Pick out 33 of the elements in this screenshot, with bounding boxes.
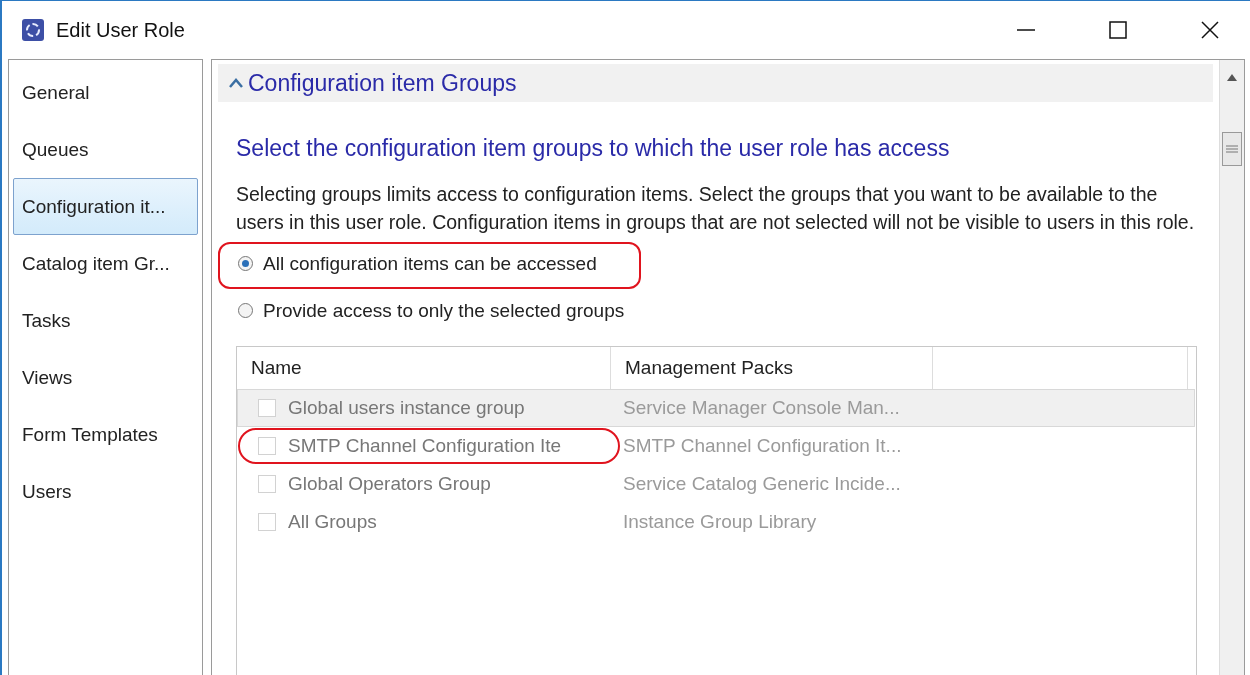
radio-label[interactable]: All configuration items can be accessed bbox=[263, 252, 597, 275]
section-header[interactable]: Configuration item Groups bbox=[218, 64, 1213, 102]
sidebar-item[interactable]: Views bbox=[13, 349, 198, 406]
maximize-icon bbox=[1109, 21, 1127, 39]
radio-button[interactable] bbox=[238, 303, 253, 318]
sidebar-item[interactable]: General bbox=[13, 64, 198, 121]
radio-button[interactable] bbox=[238, 256, 253, 271]
table-cell: Global users instance group bbox=[288, 397, 525, 419]
sidebar-item[interactable]: Tasks bbox=[13, 292, 198, 349]
minimize-icon bbox=[1017, 29, 1035, 31]
scroll-thumb[interactable] bbox=[1222, 132, 1242, 166]
app-icon bbox=[22, 19, 44, 41]
sidebar-item[interactable]: Users bbox=[13, 463, 198, 520]
close-icon bbox=[1201, 21, 1219, 39]
section-title: Configuration item Groups bbox=[248, 69, 517, 97]
radio-label[interactable]: Provide access to only the selected groups bbox=[263, 299, 625, 322]
table-cell: Global Operators Group bbox=[288, 473, 491, 495]
table-cell: All Groups bbox=[288, 511, 377, 533]
table-cell-text: Service Manager Console Man... bbox=[622, 397, 901, 419]
sidebar-item[interactable]: Configuration it... bbox=[13, 178, 198, 235]
table-cell-text: Instance Group Library bbox=[622, 511, 818, 533]
chevron-icon bbox=[228, 77, 244, 89]
table-cell-text: Service Catalog Generic Incide... bbox=[622, 473, 902, 495]
window-title: Edit User Role bbox=[56, 18, 186, 42]
table-cell: SMTP Channel Configuration Ite bbox=[288, 435, 562, 457]
section-heading: Select the configuration item groups to which the user role has access bbox=[236, 135, 951, 162]
scroll-up-icon bbox=[1226, 72, 1238, 82]
description-text: Selecting groups limits access to configuration items. Select the groups that you want to be available to the users in this user role. Configuration items in groups that are not selected will not be visible to users in this role. bbox=[236, 182, 1196, 235]
sidebar-item[interactable]: Catalog item Gr... bbox=[13, 235, 198, 292]
sidebar-item[interactable]: Form Templates bbox=[13, 406, 198, 463]
sidebar-item[interactable]: Queues bbox=[13, 121, 198, 178]
scrollbar[interactable] bbox=[1219, 60, 1244, 675]
table-cell-text: SMTP Channel Configuration It... bbox=[622, 435, 903, 457]
